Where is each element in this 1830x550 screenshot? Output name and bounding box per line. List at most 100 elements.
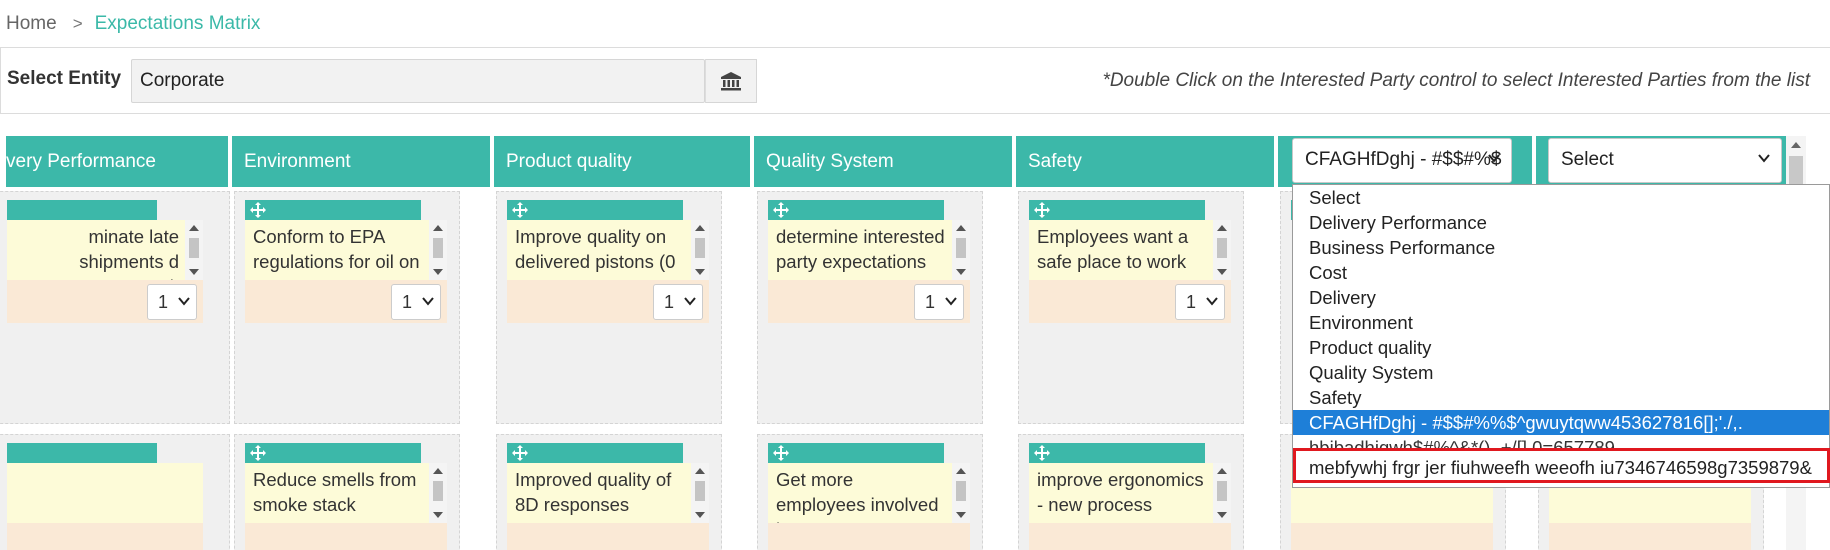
expectation-card[interactable]: Conform to EPA regulations for oil on 1 <box>234 191 460 424</box>
card-drag-bar[interactable] <box>507 200 683 220</box>
expectation-text[interactable]: improve ergonomics - new process <box>1029 463 1231 523</box>
card-drag-bar[interactable] <box>1029 200 1205 220</box>
expectation-card[interactable]: Improve quality on delivered pistons (0 … <box>496 191 722 424</box>
expectation-card[interactable]: improve ergonomics - new process <box>1018 434 1244 550</box>
rating-select[interactable]: 1 <box>1175 284 1225 320</box>
rating-select[interactable]: 1 <box>653 284 703 320</box>
dropdown-option[interactable]: Delivery <box>1293 285 1829 310</box>
card-drag-bar[interactable] <box>768 443 944 463</box>
interested-party-select[interactable]: CFAGHfDghj - #$$#%$ <box>1292 138 1512 183</box>
chevron-down-icon <box>945 297 957 306</box>
expectation-card[interactable] <box>0 434 230 550</box>
text-scrollbar[interactable] <box>1213 463 1231 523</box>
instruction-note: *Double Click on the Interested Party co… <box>1102 70 1810 91</box>
text-scrollbar[interactable] <box>691 463 709 523</box>
expectation-text[interactable]: Improved quality of 8D responses <box>507 463 709 523</box>
expectation-text[interactable]: Employees want a safe place to work <box>1029 220 1231 280</box>
move-icon <box>250 202 266 218</box>
expectation-card[interactable]: Reduce smells from smoke stack <box>234 434 460 550</box>
card-drag-bar[interactable] <box>768 200 944 220</box>
entity-lookup-button[interactable] <box>705 59 757 103</box>
move-icon <box>250 445 266 461</box>
card-drag-bar[interactable] <box>7 200 157 220</box>
dropdown-option[interactable]: Business Performance <box>1293 235 1829 260</box>
move-icon <box>1034 202 1050 218</box>
dropdown-option[interactable]: Cost <box>1293 260 1829 285</box>
text-scrollbar[interactable] <box>1213 220 1231 280</box>
card-drag-bar[interactable] <box>245 200 421 220</box>
expectation-card[interactable]: Improved quality of 8D responses <box>496 434 722 550</box>
chevron-down-icon <box>422 297 434 306</box>
dropdown-option[interactable]: hbjbadhjgwh$#%^&*()_+/[] 0=657789 <box>1293 435 1829 451</box>
card-drag-bar[interactable] <box>245 443 421 463</box>
expectation-card[interactable]: determine interested party expectations … <box>757 191 983 424</box>
rating-cell: 1 <box>507 280 709 323</box>
dropdown-option[interactable]: Safety <box>1293 385 1829 410</box>
dropdown-option[interactable]: Quality System <box>1293 360 1829 385</box>
card-drag-bar[interactable] <box>507 443 683 463</box>
column-header: Product quality <box>494 136 750 187</box>
expectation-text[interactable]: Reduce smells from smoke stack <box>245 463 447 523</box>
rating-cell <box>245 523 447 550</box>
rating-cell: 1 <box>768 280 970 323</box>
interested-party-select[interactable]: Select <box>1548 138 1782 183</box>
breadcrumb-separator-icon: > <box>72 13 83 33</box>
interested-party-dropdown-list[interactable]: Select Delivery Performance Business Per… <box>1292 184 1830 488</box>
expectation-card[interactable]: Get more employees involved in CI <box>757 434 983 550</box>
rating-cell <box>768 523 970 550</box>
expectation-text[interactable]: Improve quality on delivered pistons (0 <box>507 220 709 280</box>
entity-bar: Select Entity Corporate *Double Click on… <box>0 48 1830 114</box>
expectation-text[interactable] <box>7 463 203 523</box>
breadcrumb-home-link[interactable]: Home <box>6 13 57 35</box>
dropdown-option[interactable]: mebfywhj frgr jer fiuhweefh weeofh iu734… <box>1293 455 1829 480</box>
column-header: Quality System <box>754 136 1012 187</box>
rating-cell: 1 <box>245 280 447 323</box>
interested-party-select-value: CFAGHfDghj - #$$#%$ <box>1305 149 1502 170</box>
rating-cell <box>1291 523 1493 550</box>
move-icon <box>1034 445 1050 461</box>
dropdown-option[interactable]: Select <box>1293 185 1829 210</box>
column-header-party: Select <box>1536 136 1786 187</box>
rating-cell <box>7 523 203 550</box>
scroll-up-icon[interactable] <box>1791 142 1801 148</box>
chevron-down-icon <box>1206 297 1218 306</box>
rating-cell <box>1029 523 1231 550</box>
text-scrollbar[interactable] <box>429 220 447 280</box>
rating-cell: 1 <box>7 280 203 323</box>
rating-select[interactable]: 1 <box>914 284 964 320</box>
text-scrollbar[interactable] <box>429 463 447 523</box>
column-header: Environment <box>232 136 490 187</box>
column-header: ivery Performance <box>6 136 228 187</box>
move-icon <box>512 445 528 461</box>
column-header: Safety <box>1016 136 1274 187</box>
bank-icon <box>721 72 741 91</box>
text-scrollbar[interactable] <box>691 220 709 280</box>
dropdown-option-selected[interactable]: CFAGHfDghj - #$$#%%$^gwuytqww453627816[]… <box>1293 410 1829 435</box>
select-entity-label: Select Entity <box>7 68 122 89</box>
chevron-down-icon <box>178 297 190 306</box>
text-scrollbar[interactable] <box>952 463 970 523</box>
breadcrumb-current: Expectations Matrix <box>94 12 261 34</box>
dropdown-option[interactable]: Product quality <box>1293 335 1829 360</box>
rating-cell <box>1549 523 1751 550</box>
rating-select[interactable]: 1 <box>147 284 197 320</box>
card-drag-bar[interactable] <box>1029 443 1205 463</box>
column-header-party: CFAGHfDghj - #$$#%$ <box>1278 136 1532 187</box>
expectation-card[interactable]: Employees want a safe place to work 1 <box>1018 191 1244 424</box>
text-scrollbar[interactable] <box>185 220 203 280</box>
chevron-down-icon <box>1488 154 1500 163</box>
chevron-down-icon <box>684 297 696 306</box>
expectation-text[interactable]: minate late shipments d customer stock o… <box>7 220 203 280</box>
dropdown-option[interactable]: Delivery Performance <box>1293 210 1829 235</box>
entity-input[interactable]: Corporate <box>131 59 705 103</box>
text-scrollbar[interactable] <box>952 220 970 280</box>
expectation-card[interactable]: minate late shipments d customer stock o… <box>0 191 230 424</box>
expectation-text[interactable]: determine interested party expectations <box>768 220 970 280</box>
dropdown-option[interactable]: Environment <box>1293 310 1829 335</box>
card-drag-bar[interactable] <box>7 443 157 463</box>
expectation-text[interactable]: Get more employees involved in CI <box>768 463 970 523</box>
expectation-text[interactable]: Conform to EPA regulations for oil on <box>245 220 447 280</box>
move-icon <box>773 202 789 218</box>
rating-select[interactable]: 1 <box>391 284 441 320</box>
move-icon <box>773 445 789 461</box>
